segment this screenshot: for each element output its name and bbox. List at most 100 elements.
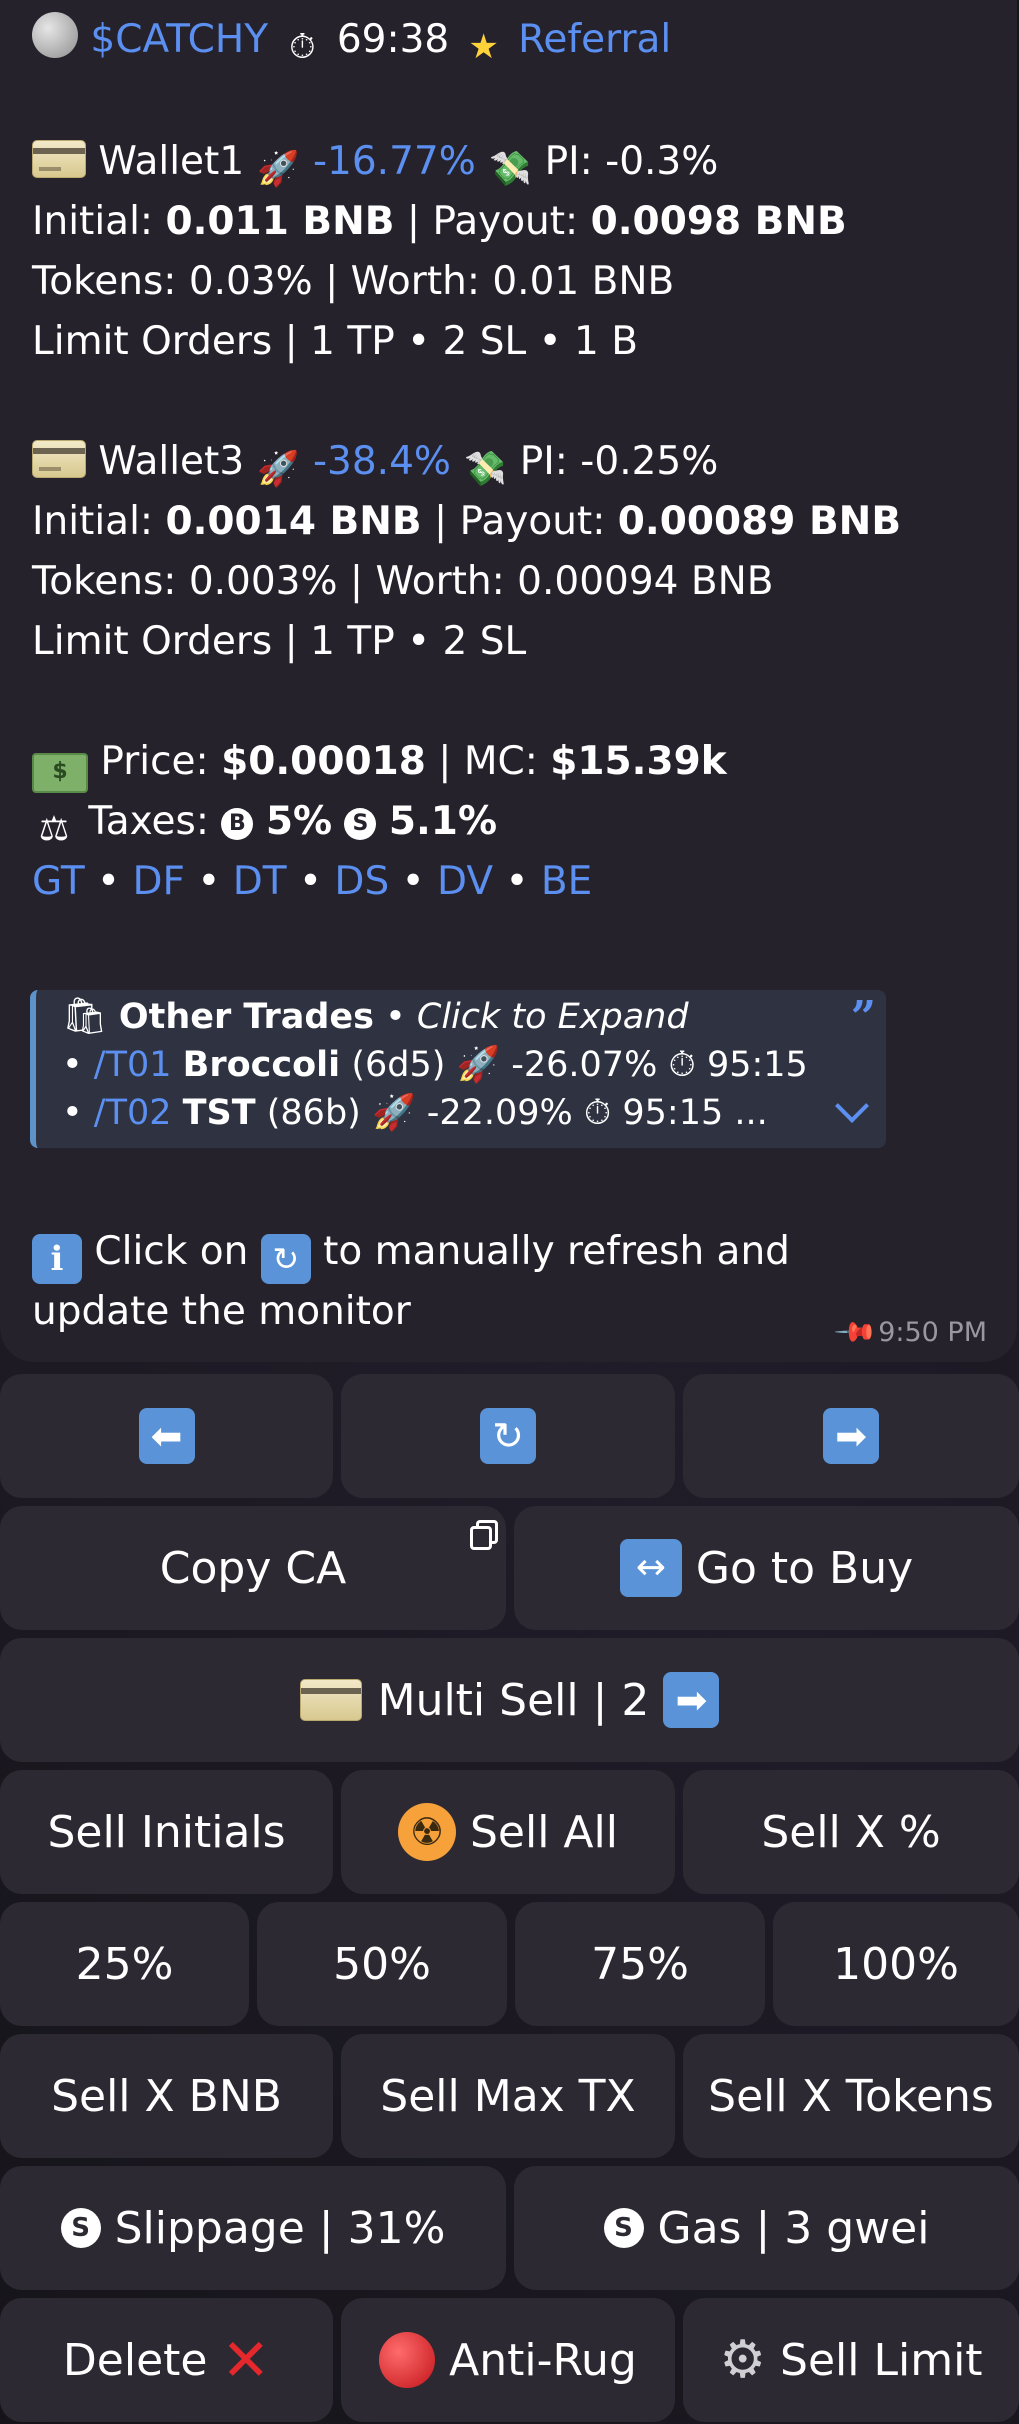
sell-initials-label: Sell Initials (47, 1806, 286, 1858)
trade-command-link[interactable]: /T02 (94, 1093, 172, 1133)
gas-label: Gas | 3 gwei (657, 2202, 930, 2254)
left-right-arrow-icon: ↔ (619, 1539, 682, 1597)
refresh-note-line1: i Click on ↻ to manually refresh and (32, 1226, 790, 1284)
token-link[interactable]: $CATCHY (90, 17, 268, 62)
wallet-pi: PI: -0.25% (519, 439, 719, 484)
refresh-note-line2: update the monitor (32, 1289, 411, 1334)
s-circle-icon: S (603, 2208, 644, 2248)
referral-link[interactable]: Referral (518, 17, 671, 62)
price-value: $0.00018 (221, 739, 426, 784)
radioactive-icon: ☢ (398, 1803, 456, 1861)
sell-initials-button[interactable]: Sell Initials (0, 1770, 333, 1894)
rocket-icon: 🚀 (456, 1045, 501, 1085)
time-text: 9:50 PM (878, 1317, 987, 1348)
sell-50-label: 50% (333, 1938, 431, 1990)
token-coin-icon (32, 12, 78, 58)
sell-100-button[interactable]: 100% (773, 1902, 1019, 2026)
gas-button[interactable]: S Gas | 3 gwei (514, 2166, 1019, 2290)
trade-name: Broccoli (182, 1045, 341, 1085)
sell-25-button[interactable]: 25% (0, 1902, 249, 2026)
other-trades-quote[interactable]: ” 🛍 Other Trades • Click to Expand • /T0… (30, 990, 886, 1148)
price-line: $ Price: $0.00018 | MC: $15.39k (32, 736, 727, 793)
link-gt[interactable]: GT (32, 859, 85, 904)
sell-x-percent-button[interactable]: Sell X % (683, 1770, 1019, 1894)
expand-chevron-icon[interactable] (835, 1089, 869, 1123)
sell-tax-icon: S (344, 808, 377, 840)
trade-row: • /T01 Broccoli (6d5) 🚀 -26.07% ⏱ 95:15 (62, 1045, 808, 1085)
initial-label: Initial: (32, 199, 154, 244)
wallet1-tokens-line: Tokens: 0.03% | Worth: 0.01 BNB (32, 259, 675, 304)
sell-x-bnb-button[interactable]: Sell X BNB (0, 2034, 333, 2158)
copy-ca-button[interactable]: Copy CA (0, 1506, 506, 1630)
wallet1-title: Wallet1 🚀 -16.77% 💸 PI: -0.3% (32, 136, 718, 191)
shopping-bags-icon: 🛍 (62, 996, 108, 1037)
links-line: GT • DF • DT • DS • DV • BE (32, 859, 593, 904)
sell-x-percent-label: Sell X % (761, 1806, 941, 1858)
arrow-right-icon: ➡ (823, 1408, 879, 1464)
credit-card-icon (299, 1679, 362, 1721)
pin-icon: 📌 (832, 1309, 878, 1356)
trade-command-link[interactable]: /T01 (94, 1045, 172, 1085)
info-icon: i (32, 1234, 82, 1284)
credit-card-icon (32, 140, 86, 178)
taxes-label: Taxes: (88, 799, 210, 844)
sell-all-label: Sell All (470, 1806, 618, 1858)
initial-value: 0.0014 BNB (165, 499, 422, 544)
link-ds[interactable]: DS (334, 859, 389, 904)
initial-value: 0.011 BNB (165, 199, 395, 244)
message-time: 📌9:50 PM (832, 1310, 987, 1356)
sell-x-tokens-button[interactable]: Sell X Tokens (683, 2034, 1019, 2158)
red-circle-icon (379, 2332, 436, 2388)
anti-rug-button[interactable]: Anti-Rug (341, 2298, 675, 2422)
link-dt[interactable]: DT (233, 859, 287, 904)
prev-button[interactable]: ⬅ (0, 1374, 333, 1498)
other-trades-title: Other Trades (118, 997, 374, 1037)
gear-icon: ⚙ (719, 2330, 767, 2390)
star-icon: ★ (468, 27, 499, 67)
go-to-buy-label: Go to Buy (695, 1542, 914, 1594)
credit-card-icon (32, 440, 86, 478)
delete-button[interactable]: Delete ✕ (0, 2298, 333, 2422)
payout-value: 0.0098 BNB (590, 199, 847, 244)
sell-50-button[interactable]: 50% (257, 1902, 507, 2026)
link-df[interactable]: DF (132, 859, 184, 904)
wallet1-limit-line: Limit Orders | 1 TP • 2 SL • 1 B (32, 319, 638, 364)
go-to-buy-button[interactable]: ↔ Go to Buy (514, 1506, 1019, 1630)
sell-max-tx-button[interactable]: Sell Max TX (341, 2034, 675, 2158)
wallet-change: -38.4% (312, 439, 451, 484)
slippage-button[interactable]: S Slippage | 31% (0, 2166, 506, 2290)
money-wings-icon: 💸 (464, 449, 507, 489)
sell-limit-button[interactable]: ⚙ Sell Limit (683, 2298, 1019, 2422)
trade-id: (86b) (266, 1093, 361, 1133)
multi-sell-label: Multi Sell | 2 (377, 1674, 650, 1726)
wallet1-initial-line: Initial: 0.011 BNB | Payout: 0.0098 BNB (32, 196, 847, 248)
sell-75-button[interactable]: 75% (515, 1902, 765, 2026)
wallet3-title: Wallet3 🚀 -38.4% 💸 PI: -0.25% (32, 436, 718, 491)
trade-name: TST (182, 1093, 256, 1133)
taxes-line: ⚖ Taxes: B 5% S 5.1% (32, 796, 497, 851)
note-text: Click on (94, 1229, 249, 1274)
refresh-button[interactable]: ↻ (341, 1374, 675, 1498)
header-line: $CATCHY ⏱ 69:38 ★ Referral (32, 12, 671, 69)
buy-tax-icon: B (221, 808, 254, 840)
trade-change: -26.07% (511, 1045, 658, 1085)
wallet-name: Wallet3 (98, 439, 245, 484)
next-button[interactable]: ➡ (683, 1374, 1019, 1498)
wallet-name: Wallet1 (98, 139, 245, 184)
wallet3-tokens-line: Tokens: 0.003% | Worth: 0.00094 BNB (32, 559, 774, 604)
money-wings-icon: 💸 (488, 149, 532, 189)
sell-25-label: 25% (75, 1938, 174, 1990)
delete-label: Delete (62, 2334, 208, 2386)
sell-limit-label: Sell Limit (780, 2334, 983, 2386)
arrow-left-icon: ⬅ (138, 1408, 195, 1464)
sell-75-label: 75% (591, 1938, 689, 1990)
payout-value: 0.00089 BNB (617, 499, 902, 544)
sell-100-label: 100% (833, 1938, 959, 1990)
trade-change: -22.09% (426, 1093, 573, 1133)
link-be[interactable]: BE (541, 859, 592, 904)
wallet3-limit-line: Limit Orders | 1 TP • 2 SL (32, 619, 527, 664)
link-dv[interactable]: DV (437, 859, 493, 904)
cross-mark-icon: ✕ (221, 2326, 271, 2394)
multi-sell-button[interactable]: Multi Sell | 2 ➡ (0, 1638, 1019, 1762)
sell-all-button[interactable]: ☢ Sell All (341, 1770, 675, 1894)
